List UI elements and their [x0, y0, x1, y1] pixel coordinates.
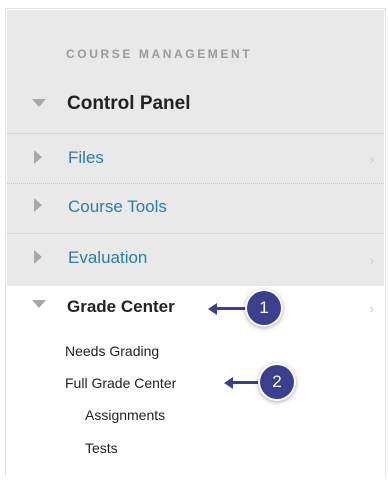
- expand-triangle-icon[interactable]: [34, 198, 42, 212]
- chevron-right-icon: ›: [369, 301, 374, 316]
- nav-item-grade-center[interactable]: Grade Center ›: [7, 289, 384, 329]
- nav-item-course-tools[interactable]: Course Tools: [7, 184, 384, 234]
- nav-item-evaluation[interactable]: Evaluation ›: [7, 235, 384, 285]
- nav-item-control-panel[interactable]: Control Panel: [7, 81, 384, 131]
- evaluation-link[interactable]: Evaluation: [68, 248, 147, 268]
- collapse-triangle-icon[interactable]: [32, 99, 46, 107]
- course-tools-link[interactable]: Course Tools: [68, 197, 167, 217]
- chevron-right-icon: ›: [369, 152, 374, 167]
- assignments-link[interactable]: Assignments: [85, 407, 165, 423]
- needs-grading-link[interactable]: Needs Grading: [65, 343, 159, 359]
- grade-center-label[interactable]: Grade Center: [67, 297, 175, 317]
- control-panel-label: Control Panel: [67, 93, 191, 114]
- callout-badge-1: 1: [247, 291, 281, 325]
- files-link[interactable]: Files: [68, 148, 104, 168]
- course-management-panel: COURSE MANAGEMENT Control Panel Files › …: [5, 8, 386, 476]
- full-grade-center-link[interactable]: Full Grade Center: [65, 375, 176, 391]
- collapse-triangle-icon[interactable]: [32, 300, 46, 308]
- expand-triangle-icon[interactable]: [34, 150, 42, 164]
- expand-triangle-icon[interactable]: [34, 250, 42, 264]
- chevron-right-icon: ›: [369, 253, 374, 268]
- callout-badge-2: 2: [260, 365, 294, 399]
- section-title: COURSE MANAGEMENT: [66, 47, 253, 61]
- nav-item-files[interactable]: Files ›: [7, 133, 384, 184]
- callout-arrow-line: [232, 381, 262, 384]
- callout-arrow-line: [216, 307, 250, 310]
- tests-link[interactable]: Tests: [85, 440, 118, 456]
